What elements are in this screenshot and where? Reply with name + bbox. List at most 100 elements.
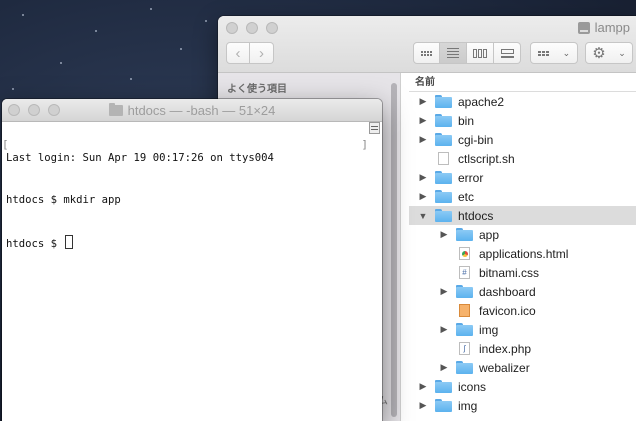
list-item[interactable]: ▶ cgi-bin <box>409 130 636 149</box>
finder-toolbar: lampp ‹ › ⌄ ⚙ ⌄ <box>218 16 636 73</box>
disclosure-triangle-icon[interactable]: ▶ <box>438 229 450 240</box>
file-name: index.php <box>479 341 532 356</box>
list-item[interactable]: ▼ htdocs <box>409 206 636 225</box>
list-view-button[interactable] <box>440 42 467 64</box>
terminal-line: htdocs $ mkdir app <box>6 194 121 206</box>
file-list: 名前 ▶ apache2 ▶ bin ▶ cgi-bin ctlscript.sh ▶ erro… <box>409 73 636 421</box>
folder-icon <box>435 133 452 146</box>
column-view-icon <box>473 48 487 58</box>
terminal-output[interactable]: Last login: Sun Apr 19 00:17:26 on ttys0… <box>2 122 382 420</box>
minimize-button[interactable] <box>246 22 258 34</box>
close-button[interactable] <box>226 22 238 34</box>
list-item[interactable]: ▶ icons <box>409 377 636 396</box>
file-name: ctlscript.sh <box>458 151 515 166</box>
split-pane-icon[interactable] <box>369 122 380 134</box>
star <box>130 78 132 80</box>
file-name: etc <box>458 189 475 204</box>
file-name: applications.html <box>479 246 569 261</box>
icon-view-button[interactable] <box>413 42 440 64</box>
file-name: bitnami.css <box>479 265 540 280</box>
list-item[interactable]: ▶ app <box>409 225 636 244</box>
terminal-prompt: htdocs $ <box>6 238 64 250</box>
mark-bracket-icon: [ <box>2 138 9 151</box>
sidebar-favorites-header: よく使う項目 <box>227 84 287 95</box>
text-cursor <box>65 235 74 249</box>
list-item[interactable]: ▶ apache2 <box>409 92 636 111</box>
disclosure-triangle-icon[interactable]: ▶ <box>417 172 429 183</box>
list-item[interactable]: applications.html <box>409 244 636 263</box>
disclosure-triangle-icon[interactable]: ▶ <box>438 324 450 335</box>
disclosure-triangle-icon[interactable]: ▶ <box>438 362 450 373</box>
php-file-icon: ʃ <box>459 342 470 355</box>
file-name: apache2 <box>458 94 505 109</box>
list-item[interactable]: ▶ bin <box>409 111 636 130</box>
list-view-icon <box>447 48 459 58</box>
list-item[interactable]: favicon.ico <box>409 301 636 320</box>
folder-icon <box>435 380 452 393</box>
star <box>60 62 62 64</box>
arrange-icon <box>537 50 549 56</box>
chevron-left-icon: ‹ <box>235 44 241 62</box>
css-file-icon: # <box>459 266 470 279</box>
view-mode-buttons <box>413 42 521 64</box>
disclosure-triangle-icon[interactable]: ▶ <box>417 115 429 126</box>
image-file-icon <box>459 304 470 317</box>
gallery-view-icon <box>500 48 514 58</box>
arrange-button[interactable]: ⌄ <box>530 42 578 64</box>
file-name: app <box>479 227 500 242</box>
star <box>180 48 182 50</box>
file-name: dashboard <box>479 284 536 299</box>
list-item[interactable]: ▶ img <box>409 320 636 339</box>
star <box>205 20 207 22</box>
disclosure-triangle-expanded-icon[interactable]: ▼ <box>417 211 429 221</box>
folder-icon <box>435 171 452 184</box>
disclosure-triangle-icon[interactable]: ▶ <box>417 400 429 411</box>
file-name: error <box>458 170 484 185</box>
document-icon <box>438 152 449 165</box>
zoom-button[interactable] <box>266 22 278 34</box>
list-item[interactable]: ▶ dashboard <box>409 282 636 301</box>
folder-icon <box>435 209 452 222</box>
disclosure-triangle-icon[interactable]: ▶ <box>417 134 429 145</box>
gallery-view-button[interactable] <box>494 42 521 64</box>
list-item[interactable]: ▶ error <box>409 168 636 187</box>
folder-icon <box>435 190 452 203</box>
disclosure-triangle-icon[interactable]: ▶ <box>438 286 450 297</box>
list-item[interactable]: ctlscript.sh <box>409 149 636 168</box>
window-controls <box>226 22 278 34</box>
star <box>12 88 14 90</box>
disclosure-triangle-icon[interactable]: ▶ <box>417 191 429 202</box>
star <box>22 14 24 16</box>
folder-icon <box>435 399 452 412</box>
navigation-buttons: ‹ › <box>226 42 274 64</box>
terminal-line: Last login: Sun Apr 19 00:17:26 on ttys0… <box>6 152 274 164</box>
html-file-icon <box>459 247 470 260</box>
list-item[interactable]: ▶ etc <box>409 187 636 206</box>
folder-icon <box>435 114 452 127</box>
folder-icon <box>456 323 473 336</box>
file-name: icons <box>458 379 487 394</box>
file-name: cgi-bin <box>458 132 494 147</box>
terminal-prompt-line: htdocs $ <box>6 235 378 251</box>
back-button[interactable]: ‹ <box>226 42 250 64</box>
folder-icon <box>435 95 452 108</box>
folder-icon <box>108 103 123 116</box>
folder-icon <box>456 285 473 298</box>
list-item[interactable]: # bitnami.css <box>409 263 636 282</box>
column-header-name[interactable]: 名前 <box>409 73 636 92</box>
file-name: favicon.ico <box>479 303 536 318</box>
disclosure-triangle-icon[interactable]: ▶ <box>417 96 429 107</box>
window-title-label: lampp <box>594 20 630 35</box>
sidebar-scrollbar[interactable] <box>391 83 397 417</box>
list-item[interactable]: ▶ img <box>409 396 636 415</box>
terminal-titlebar: htdocs — -bash — 51×24 <box>2 99 382 122</box>
forward-button[interactable]: › <box>250 42 274 64</box>
disclosure-triangle-icon[interactable]: ▶ <box>417 381 429 392</box>
file-list-rows: ▶ apache2 ▶ bin ▶ cgi-bin ctlscript.sh ▶ error ▶ e… <box>409 92 636 415</box>
list-item[interactable]: ▶ webalizer <box>409 358 636 377</box>
column-view-button[interactable] <box>467 42 494 64</box>
chevron-down-icon: ⌄ <box>562 47 571 58</box>
file-name: img <box>458 398 478 413</box>
action-button[interactable]: ⚙ ⌄ <box>585 42 633 64</box>
list-item[interactable]: ʃ index.php <box>409 339 636 358</box>
